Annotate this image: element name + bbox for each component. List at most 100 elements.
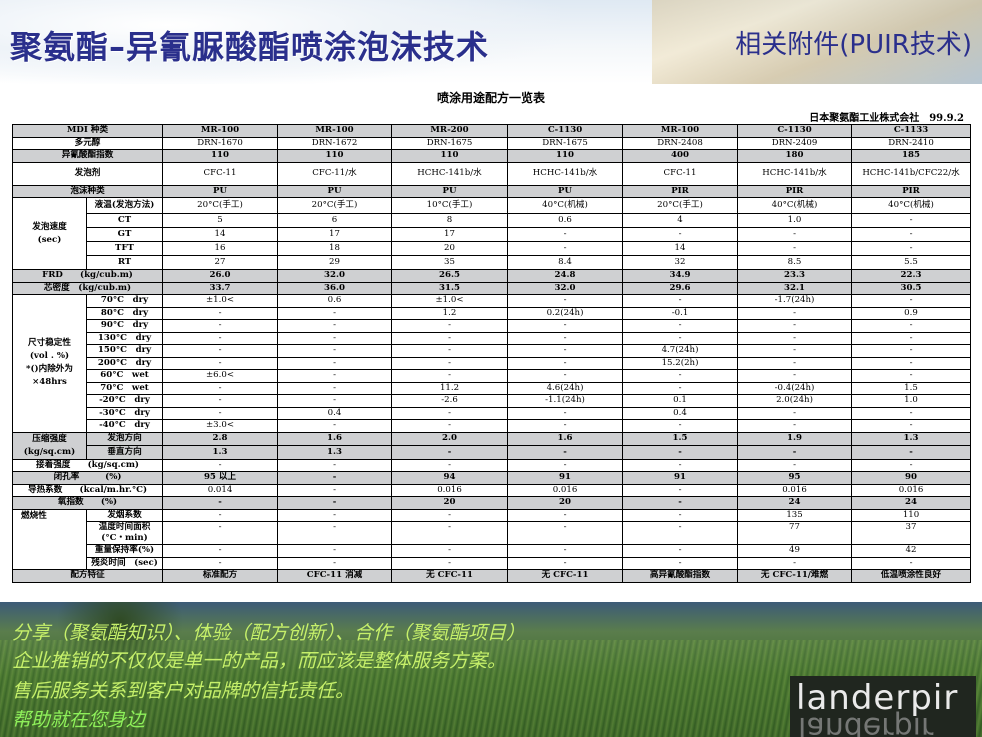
value-cell: - [622, 294, 739, 308]
value-cell: - [851, 556, 972, 570]
value-cell: PU [507, 184, 624, 198]
value-cell: 95 以上 [162, 471, 279, 485]
row-label: -40°C dry [85, 419, 164, 433]
value-cell: 低温喷涂性良好 [851, 569, 972, 583]
row-label: 多元醇 [11, 136, 164, 150]
section-label-compression: 压缩强度 (kg/sq.cm) [12, 431, 87, 460]
value-cell: - [391, 445, 509, 460]
value-cell: - [391, 319, 509, 333]
value-cell: 34.9 [622, 269, 739, 283]
value-cell: 1.5 [851, 381, 972, 395]
value-cell: DRN-2410 [851, 136, 972, 150]
row-label: 异氰酸酯指数 [11, 149, 164, 163]
value-cell: - [391, 344, 509, 358]
value-cell: - [162, 356, 279, 370]
value-cell: PU [391, 184, 509, 198]
row-label: 150°C dry [85, 344, 164, 358]
value-cell: - [507, 556, 624, 570]
row-label: 接着强度 (kg/sq.cm) [11, 458, 164, 472]
table-row: 接着强度 (kg/sq.cm) - - - - - - - [11, 458, 972, 472]
row-label: 温度时间面积 (°C・min) [85, 521, 164, 545]
table-row: 90°C dry - - - - - - - [13, 319, 972, 333]
row-label: RT [85, 255, 164, 270]
value-cell: - [277, 381, 393, 395]
value-cell: - [622, 483, 739, 497]
value-cell: - [851, 213, 972, 228]
value-cell: 42 [851, 544, 972, 558]
value-cell: - [162, 344, 279, 358]
table-row: 配方特征 标准配方 CFC-11 消减无 CFC-11 无 CFC-11 高异氰酸酯指数… [11, 569, 972, 583]
value-cell: 0.1 [622, 394, 739, 408]
value-cell: - [851, 458, 972, 472]
table-row: 垂直方向 1.3 1.3- - - - - [13, 445, 972, 460]
row-label: 垂直方向 [85, 445, 164, 460]
value-cell: 29 [277, 255, 393, 270]
table-row: 重量保持率(%) - - - - -49 42 [13, 544, 972, 558]
row-label: 发泡剂 [11, 161, 164, 186]
value-cell: 1.3 [851, 431, 972, 446]
value-cell: - [851, 227, 972, 242]
table-row: 80°C dry - -1.2 0.2(24h) -0.1-0.9 [13, 306, 972, 320]
value-cell: 20°C(手工) [622, 197, 739, 214]
value-cell: - [622, 381, 739, 395]
value-cell: - [737, 556, 853, 570]
value-cell: - [851, 356, 972, 370]
row-label: 闭孔率 (%) [11, 471, 164, 485]
value-cell: 4.7(24h) [622, 344, 739, 358]
table-row: -30°C dry -0.4- -0.4- - [13, 406, 972, 420]
value-cell: - [277, 556, 393, 570]
value-cell: DRN-2409 [737, 136, 853, 150]
value-cell: 110 [507, 149, 624, 163]
table-row: -20°C dry - - -2.6 -1.1(24h) 0.1 2.0(24h) 1.0 [13, 394, 972, 408]
value-cell: 20 [507, 496, 624, 510]
value-cell: 30.5 [851, 281, 972, 295]
value-cell: ±1.0< [391, 294, 509, 308]
value-cell: - [622, 544, 739, 558]
value-cell: - [277, 471, 393, 485]
value-cell: HCHC-141b/水 [391, 161, 509, 186]
value-cell: 8.5 [737, 255, 853, 270]
value-cell: - [507, 521, 624, 545]
value-cell: 11.2 [391, 381, 509, 395]
row-label: 氧指数 (%) [11, 496, 164, 510]
value-cell: -0.1 [622, 306, 739, 320]
row-label: 70°C wet [85, 381, 164, 395]
row-label: 发烟系数 [85, 508, 164, 522]
value-cell: 110 [851, 508, 972, 522]
row-label: 130°C dry [85, 331, 164, 345]
table-row: 多元醇 DRN-1670 DRN-1672 DRN-1675 DRN-1675 DRN-2… [11, 136, 972, 150]
value-cell: 0.4 [622, 406, 739, 420]
value-cell: - [507, 294, 624, 308]
value-cell: - [162, 319, 279, 333]
value-cell: 1.6 [507, 431, 624, 446]
table-row: CT 5 6 8 0.6 4 1.0- [13, 213, 972, 228]
value-cell: 1.0 [737, 213, 853, 228]
value-cell: CFC-11 [162, 161, 279, 186]
value-cell: - [162, 521, 279, 545]
value-cell: - [507, 319, 624, 333]
value-cell: 27 [162, 255, 279, 270]
value-cell: - [277, 496, 393, 510]
value-cell: C-1133 [851, 124, 972, 138]
table-row: 温度时间面积 (°C・min) - - - - -77 37 [13, 521, 972, 545]
value-cell: - [162, 381, 279, 395]
value-cell: 32.0 [507, 281, 624, 295]
value-cell: 无 CFC-11 [507, 569, 624, 583]
value-cell: 31.5 [391, 281, 509, 295]
value-cell: 6 [277, 213, 393, 228]
value-cell: - [277, 344, 393, 358]
table-row: 70°C wet - -11.2 4.6(24h) - -0.4(24h) 1.5 [13, 381, 972, 395]
value-cell: 5.5 [851, 255, 972, 270]
value-cell: - [162, 458, 279, 472]
value-cell: 110 [391, 149, 509, 163]
value-cell: 32.1 [737, 281, 853, 295]
value-cell: 29.6 [622, 281, 739, 295]
value-cell: MR-100 [162, 124, 279, 138]
table-row: MDI 种类 MR-100 MR-100 MR-200 C-1130 MR-100 C-11… [11, 124, 972, 138]
row-label: -20°C dry [85, 394, 164, 408]
row-label: 60°C wet [85, 369, 164, 383]
value-cell: 40°C(机械) [507, 197, 624, 214]
value-cell: 37 [851, 521, 972, 545]
table-row: 芯密度 (kg/cub.m) 33.7 36.0 31.5 32.0 29.6 32.1 30… [11, 281, 972, 295]
table-row: FRD (kg/cub.m) 26.0 32.0 26.5 24.8 34.9 23.3 22… [11, 269, 972, 283]
